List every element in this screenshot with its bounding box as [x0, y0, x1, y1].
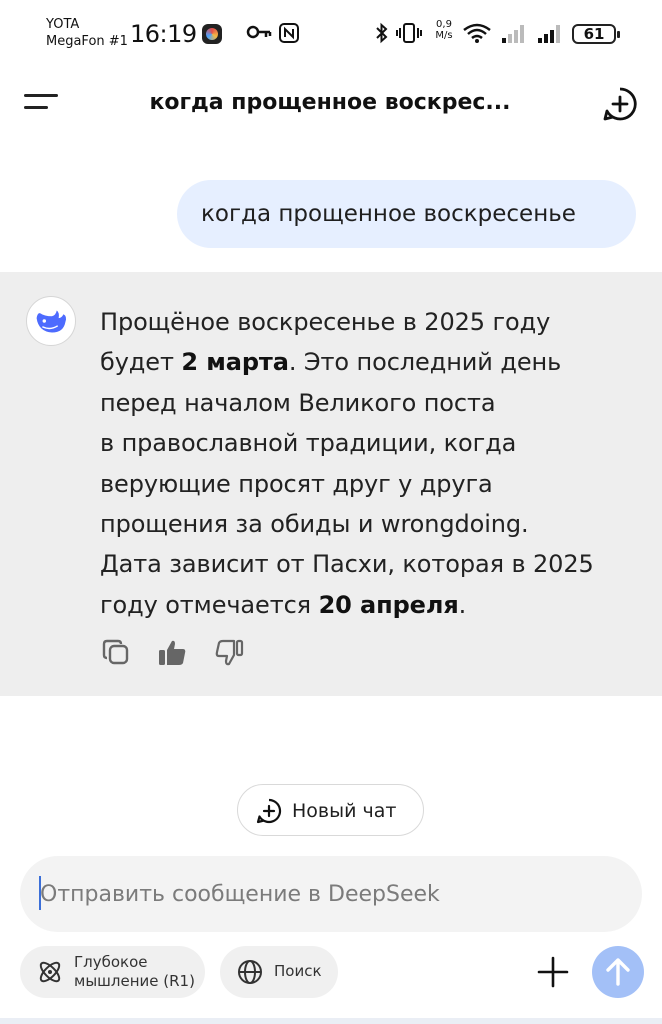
thumbs-up-icon[interactable] — [156, 636, 190, 670]
answer-line: верующие просят друг у друга — [100, 464, 645, 504]
answer-text: . Это последний день — [288, 348, 562, 377]
copy-icon[interactable] — [100, 636, 134, 670]
answer-text: в православной традиции, когда — [100, 429, 517, 458]
carrier-info: YOTA MegaFon #1 — [46, 16, 128, 50]
answer-text: Дата зависит от Пасхи, которая в 2025 — [100, 550, 594, 579]
app-screen: YOTA MegaFon #1 16:19 0,9 M/s 61 когда п… — [0, 0, 662, 1024]
assistant-message-text: Прощёное воскресенье в 2025 году будет 2… — [100, 302, 645, 625]
chat-title: когда прощенное воскрес... — [149, 90, 511, 115]
arrow-up-icon — [606, 958, 630, 986]
globe-icon — [238, 960, 262, 984]
carrier-name-2: MegaFon #1 — [46, 34, 128, 49]
app-notification-icon — [202, 24, 222, 44]
plus-icon[interactable] — [536, 955, 570, 989]
navigation-bar — [0, 1018, 662, 1024]
answer-bold-date: 2 марта — [181, 348, 289, 377]
battery-indicator: 61 — [572, 24, 620, 44]
wifi-icon — [463, 23, 491, 43]
key-icon — [246, 25, 272, 39]
message-input-box[interactable] — [20, 856, 642, 932]
answer-line: прощения за обиды и wrongdoing. — [100, 504, 645, 544]
carrier-name-1: YOTA — [46, 17, 80, 32]
answer-line: в православной традиции, когда — [100, 423, 645, 463]
deepseek-whale-icon — [26, 296, 76, 346]
answer-line: Дата зависит от Пасхи, которая в 2025 — [100, 544, 645, 584]
bluetooth-icon — [376, 22, 388, 44]
answer-text: будет — [100, 348, 182, 377]
answer-line: перед началом Великого поста — [100, 383, 645, 423]
deep-think-toggle[interactable]: Глубокое мышление (R1) — [20, 946, 205, 998]
speed-unit: M/s — [435, 30, 453, 41]
answer-line: будет 2 марта. Это последний день — [100, 342, 645, 382]
network-speed: 0,9 M/s — [430, 19, 458, 41]
answer-text: прощения за обиды и wrongdoing. — [100, 510, 529, 539]
signal-2-icon — [538, 25, 560, 43]
status-time: 16:19 — [130, 20, 197, 48]
message-input[interactable] — [40, 856, 620, 932]
new-chat-label: Новый чат — [292, 800, 397, 822]
answer-line: Прощёное воскресенье в 2025 году — [100, 302, 645, 342]
assistant-message: Прощёное воскресенье в 2025 году будет 2… — [0, 272, 662, 696]
deep-think-label-line1: Глубокое — [74, 953, 148, 971]
speed-value: 0,9 — [436, 19, 452, 30]
nfc-icon — [279, 23, 299, 43]
answer-text: верующие просят друг у друга — [100, 469, 493, 498]
menu-icon[interactable] — [24, 90, 60, 120]
signal-1-icon — [502, 25, 524, 43]
search-label: Поиск — [274, 962, 322, 980]
answer-text: перед началом Великого поста — [100, 388, 496, 417]
deep-think-label-line2: мышление (R1) — [74, 972, 195, 990]
answer-line: году отмечается 20 апреля. — [100, 585, 645, 625]
thumbs-down-icon[interactable] — [212, 636, 246, 670]
app-header: когда прощенное воскрес... — [0, 64, 662, 144]
plus-circle-icon — [256, 798, 282, 824]
answer-text: году отмечается — [100, 590, 319, 619]
status-bar: YOTA MegaFon #1 16:19 0,9 M/s 61 — [0, 0, 662, 64]
atom-icon — [39, 961, 61, 983]
vibrate-icon — [396, 23, 422, 43]
answer-text: Прощёное воскресенье в 2025 году — [100, 308, 551, 336]
send-button[interactable] — [592, 946, 644, 998]
new-chat-icon[interactable] — [602, 86, 638, 122]
answer-bold-date: 20 апреля — [318, 590, 459, 619]
new-chat-button[interactable]: Новый чат — [237, 784, 424, 836]
answer-text: . — [458, 590, 467, 619]
user-message-bubble: когда прощенное воскресенье — [177, 180, 636, 248]
search-toggle[interactable]: Поиск — [220, 946, 338, 998]
